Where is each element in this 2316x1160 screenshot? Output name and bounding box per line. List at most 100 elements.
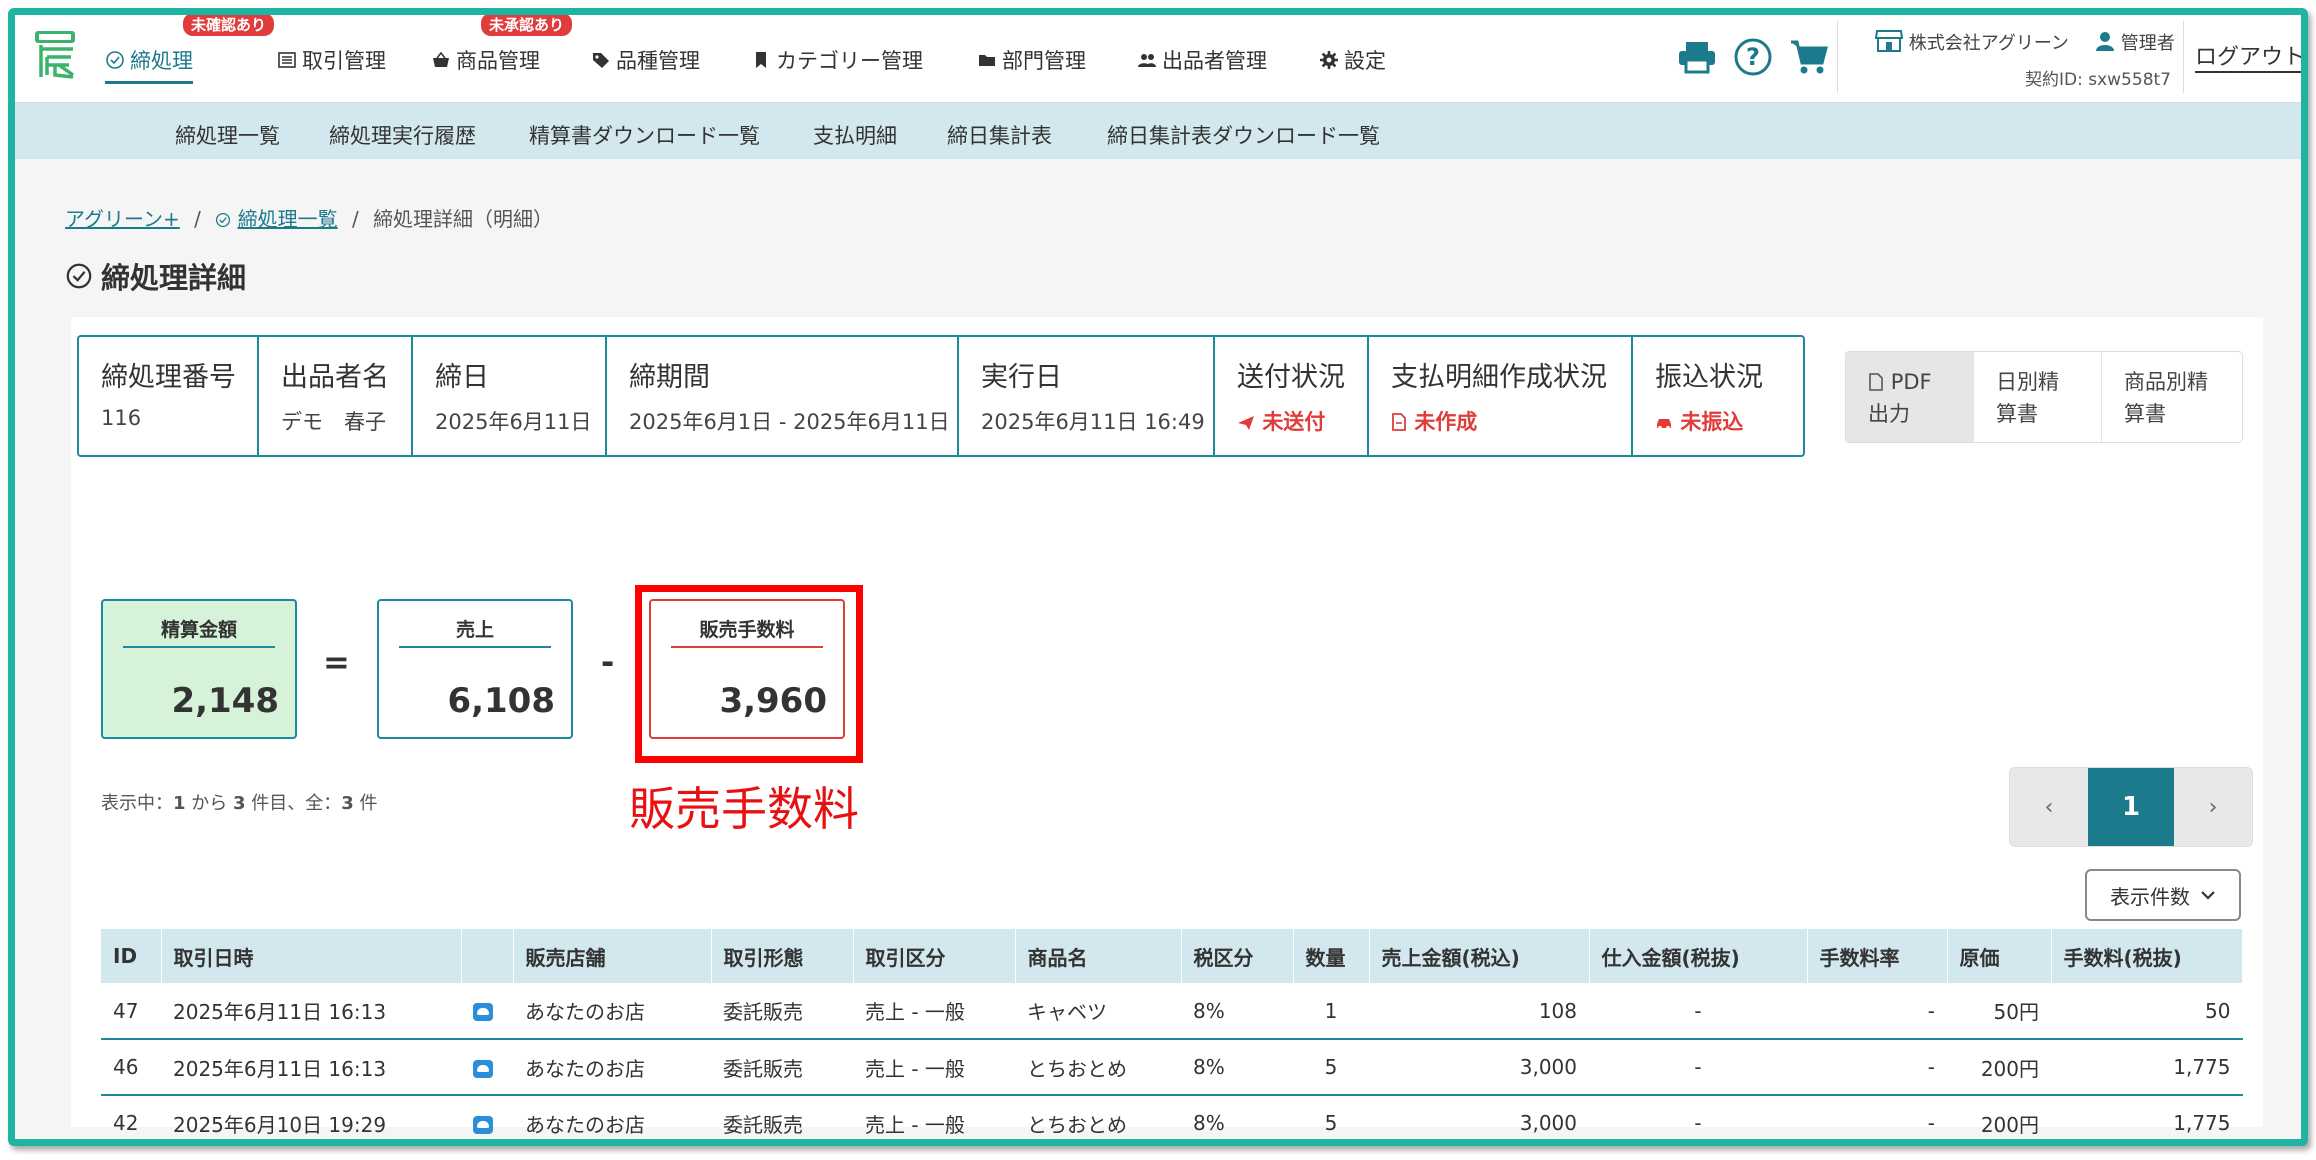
col-quantity[interactable]: 数量: [1293, 929, 1370, 983]
company-name[interactable]: 株式会社アグリーン: [1874, 29, 2069, 55]
pagination-next[interactable]: ›: [2174, 768, 2252, 846]
subnav-exec-history[interactable]: 締処理実行履歴: [329, 120, 476, 150]
cell-fee: 1,775: [2051, 1039, 2243, 1096]
printer-icon[interactable]: [1677, 40, 1717, 74]
breadcrumb-home[interactable]: アグリーン+: [65, 207, 180, 231]
document-icon: [1392, 413, 1406, 431]
cell-type: 委託販売: [711, 1039, 853, 1096]
store-icon: [473, 1003, 493, 1021]
nav-varieties[interactable]: 品種管理: [591, 45, 700, 75]
col-sales-amount[interactable]: 売上金額(税込): [1369, 929, 1590, 983]
cell-category: 売上 - 一般: [853, 983, 1015, 1040]
cell-store: あなたのお店: [513, 983, 711, 1040]
subnav-payment-details[interactable]: 支払明細: [813, 120, 897, 150]
cell-datetime: 2025年6月11日 16:13: [161, 1039, 461, 1096]
table-header-row: ID 取引日時 販売店舗 取引形態 取引区分 商品名 税区分 数量 売上金額(税…: [101, 929, 2243, 983]
result-count: 表示中：1 から 3 件目、全：3 件: [101, 789, 378, 815]
info-close-date: 締日 2025年6月11日: [413, 337, 607, 455]
cart-icon[interactable]: [1789, 39, 1829, 75]
count-to: 3: [232, 793, 246, 814]
cell-datetime: 2025年6月11日 16:13: [161, 983, 461, 1040]
count-prefix: 表示中：: [101, 793, 173, 814]
info-label: 締処理番号: [101, 362, 236, 393]
sub-navigation: 締処理一覧 締処理実行履歴 精算書ダウンロード一覧 支払明細 締日集計表 締日集…: [15, 103, 2301, 159]
col-purchase-amount[interactable]: 仕入金額(税抜): [1589, 929, 1808, 983]
page-title-text: 締処理詳細: [101, 261, 247, 295]
info-value: 未作成: [1391, 406, 1611, 436]
nav-closing[interactable]: 締処理: [105, 45, 193, 84]
cell-quantity: 5: [1293, 1039, 1369, 1096]
col-store-icon: [461, 929, 514, 983]
table-row[interactable]: 47 2025年6月11日 16:13 あなたのお店 委託販売 売上 - 一般 …: [101, 983, 2243, 1040]
col-fee-rate[interactable]: 手数料率: [1807, 929, 1948, 983]
store-icon: [473, 1059, 493, 1078]
check-circle-icon: [106, 51, 124, 69]
subnav-statement-downloads[interactable]: 精算書ダウンロード一覧: [529, 120, 760, 150]
nav-sellers[interactable]: 出品者管理: [1137, 45, 1267, 75]
per-page-dropdown[interactable]: 表示件数: [2085, 869, 2241, 921]
col-store[interactable]: 販売店舗: [513, 929, 712, 983]
user-menu[interactable]: 管理者: [2095, 29, 2175, 55]
info-label: 実行日: [981, 362, 1062, 393]
cell-type: 委託販売: [711, 983, 853, 1040]
tag-icon: [593, 53, 609, 68]
cell-cost: 50円: [1947, 983, 2051, 1040]
subnav-closing-list[interactable]: 締処理一覧: [175, 120, 280, 150]
pagination-page[interactable]: 1: [2088, 768, 2174, 846]
pdf-export-button[interactable]: PDF 出力: [1846, 352, 1974, 442]
nav-settings[interactable]: 設定: [1319, 45, 1386, 75]
product-statement-button[interactable]: 商品別精 算書: [2102, 352, 2242, 442]
daily-statement-button[interactable]: 日別精 算書: [1974, 352, 2102, 442]
col-tax[interactable]: 税区分: [1181, 929, 1294, 983]
product-label-2: 算書: [2124, 402, 2166, 426]
nav-transactions[interactable]: 取引管理: [277, 45, 386, 75]
product-label-1: 商品別精: [2124, 370, 2208, 394]
col-cost[interactable]: 原価: [1947, 929, 2052, 983]
app-logo-icon[interactable]: [33, 29, 83, 81]
nav-sellers-label: 出品者管理: [1162, 49, 1267, 73]
nav-products[interactable]: 商品管理: [431, 45, 540, 75]
cell-tax: 8%: [1181, 1039, 1293, 1096]
col-type[interactable]: 取引形態: [711, 929, 854, 983]
col-fee[interactable]: 手数料(税抜): [2051, 929, 2243, 983]
nav-departments[interactable]: 部門管理: [977, 45, 1086, 75]
pagination-prev[interactable]: ‹: [2010, 768, 2088, 846]
send-status-value: 未送付: [1262, 410, 1326, 434]
subnav-summary-downloads[interactable]: 締日集計表ダウンロード一覧: [1107, 120, 1380, 150]
basket-icon: [433, 51, 449, 67]
col-product[interactable]: 商品名: [1015, 929, 1182, 983]
breadcrumb: アグリーン+ / 締処理一覧 / 締処理詳細（明細）: [65, 203, 553, 232]
info-exec-date: 実行日 2025年6月11日 16:49: [959, 337, 1215, 455]
settlement-amount-box: 精算金額 2,148: [101, 599, 297, 739]
breadcrumb-closing-list[interactable]: 締処理一覧: [238, 207, 338, 231]
cell-sales-amount: 108: [1369, 983, 1589, 1040]
table-row[interactable]: 46 2025年6月11日 16:13 あなたのお店 委託販売 売上 - 一般 …: [101, 1039, 2243, 1096]
cell-id: 47: [101, 983, 161, 1040]
col-datetime[interactable]: 取引日時: [161, 929, 462, 983]
sales-label: 売上: [399, 615, 551, 648]
nav-products-label: 商品管理: [456, 49, 540, 73]
col-id[interactable]: ID: [101, 929, 162, 983]
cell-purchase-amount: -: [1589, 1039, 1807, 1096]
subnav-closing-summary[interactable]: 締日集計表: [947, 120, 1052, 150]
settlement-value: 2,148: [171, 681, 279, 721]
help-icon[interactable]: ?: [1733, 37, 1773, 77]
send-icon: [1238, 416, 1254, 430]
nav-categories[interactable]: カテゴリー管理: [751, 45, 923, 75]
nav-categories-label: カテゴリー管理: [776, 49, 923, 73]
cell-quantity: 5: [1293, 1095, 1369, 1139]
logout-link[interactable]: ログアウト: [2195, 39, 2301, 73]
export-button-group: PDF 出力 日別精 算書 商品別精 算書: [1845, 351, 2243, 443]
svg-text:?: ?: [1746, 43, 1760, 71]
company-name-label: 株式会社アグリーン: [1908, 33, 2069, 54]
info-label: 締日: [435, 362, 489, 393]
pdf-file-icon: [1869, 373, 1883, 391]
cell-store-icon: [461, 1095, 513, 1139]
cell-fee-rate: -: [1807, 1039, 1947, 1096]
info-value: 未送付: [1237, 406, 1347, 436]
count-from: 1: [173, 793, 186, 814]
cell-category: 売上 - 一般: [853, 1039, 1015, 1096]
table-row[interactable]: 42 2025年6月10日 19:29 あなたのお店 委託販売 売上 - 一般 …: [101, 1095, 2243, 1139]
col-category[interactable]: 取引区分: [853, 929, 1016, 983]
nav-closing-badge: 未確認あり: [183, 15, 275, 36]
